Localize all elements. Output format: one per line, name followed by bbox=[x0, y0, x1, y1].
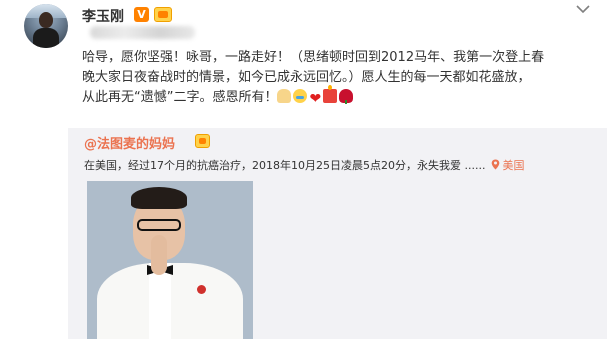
chevron-down-icon[interactable] bbox=[575, 2, 591, 16]
repost-photo[interactable] bbox=[87, 181, 253, 339]
candle-icon bbox=[323, 85, 338, 103]
rose-icon bbox=[339, 89, 354, 104]
ellipsis: ...... bbox=[464, 159, 486, 172]
pray-icon bbox=[277, 89, 292, 103]
author-name[interactable]: 李玉刚 bbox=[82, 6, 124, 26]
heart-icon: ❤ bbox=[309, 91, 322, 107]
repost-text: 在美国，经过17个月的抗癌治疗，2018年10月25日凌晨5点20分，永失我爱 … bbox=[84, 159, 525, 172]
post-text-line: 从此再无“遗憾”二字。感恩所有！ ❤ bbox=[82, 85, 588, 108]
crying-icon bbox=[293, 89, 308, 103]
post-text-line: 晚大家日夜奋战时的情景，如今已成永远回忆。）愿人生的每一天都如花盛放， bbox=[82, 70, 531, 85]
post-text-line: 哈导，愿你坚强！咏哥，一路走好！（思绪顿时回到2012马年、我第一次登上春 bbox=[82, 50, 545, 65]
repost-author-link[interactable]: @法图麦的妈妈 bbox=[84, 133, 175, 152]
author-avatar[interactable] bbox=[24, 4, 68, 48]
blurred-timestamp bbox=[90, 26, 195, 39]
location-pin-icon bbox=[492, 159, 500, 170]
weibo-post: 李玉刚 V 哈导，愿你坚强！咏哥，一路走好！（思绪顿时回到2012马年、我第一次… bbox=[0, 0, 607, 339]
post-text: 哈导，愿你坚强！咏哥，一路走好！（思绪顿时回到2012马年、我第一次登上春 晚大… bbox=[82, 48, 588, 108]
member-badge-icon bbox=[195, 134, 210, 148]
member-badge-icon bbox=[154, 7, 172, 22]
location-link[interactable]: 美国 bbox=[502, 159, 524, 172]
verified-v-icon: V bbox=[134, 7, 149, 22]
reposted-weibo[interactable]: @法图麦的妈妈 在美国，经过17个月的抗癌治疗，2018年10月25日凌晨5点2… bbox=[68, 128, 607, 339]
